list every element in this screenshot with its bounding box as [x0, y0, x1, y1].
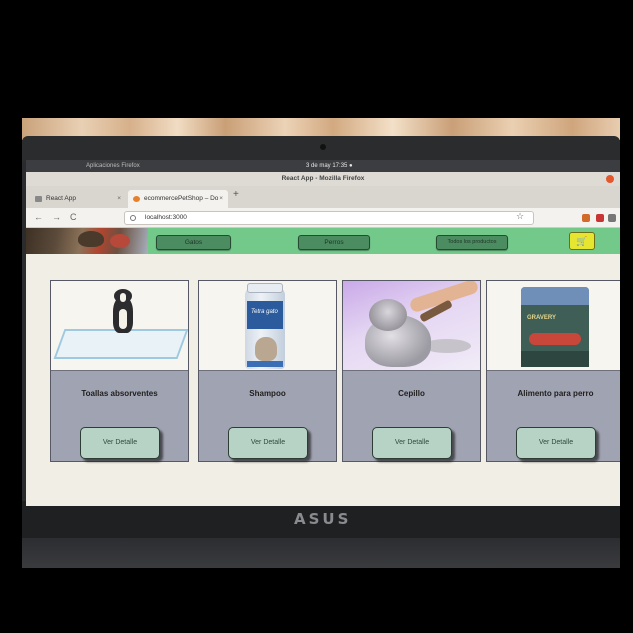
nav-perros-button[interactable]: Perros [298, 235, 370, 250]
url-input[interactable]: localhost:3000 [124, 211, 534, 225]
extension-icon[interactable] [582, 214, 590, 222]
window-title: React App - Mozilla Firefox [26, 172, 620, 186]
navigation-bar: ← → C localhost:3000 ☆ [26, 208, 620, 228]
product-image: GRAVERY [487, 281, 620, 371]
cat-image [110, 234, 130, 248]
laptop-brand-logo: ASUS [294, 510, 352, 528]
url-text: localhost:3000 [145, 214, 187, 221]
bottle-brand: Tetra gato [251, 309, 278, 315]
absorbent-pad-image [53, 329, 188, 359]
product-title: Alimento para perro [517, 389, 594, 398]
back-icon[interactable]: ← [34, 212, 43, 222]
ver-detalle-button[interactable]: Ver Detalle [228, 427, 308, 459]
dog-image [78, 231, 104, 247]
product-image [343, 281, 480, 371]
os-clock[interactable]: 3 de may 17:35 ● [306, 163, 353, 169]
product-title: Toallas absorventes [81, 389, 158, 398]
bookmark-star-icon[interactable]: ☆ [516, 211, 524, 222]
nav-gatos-button[interactable]: Gatos [156, 235, 231, 250]
webcam-icon [320, 144, 326, 150]
new-tab-button[interactable]: + [233, 189, 239, 200]
tab-label: React App [46, 195, 76, 202]
extension-icon[interactable] [596, 214, 604, 222]
ver-detalle-button[interactable]: Ver Detalle [372, 427, 452, 459]
os-activities[interactable]: Aplicaciones Firefox [86, 163, 140, 169]
reload-icon[interactable]: C [70, 212, 77, 222]
product-grid: Toallas absorventes Ver Detalle Tetra ga… [26, 254, 620, 506]
bottle-label [247, 301, 283, 329]
window-close-icon[interactable] [606, 175, 614, 183]
tab-label: ecommercePetShop – Do [144, 195, 219, 202]
tab-react-app[interactable]: React App × [30, 190, 126, 208]
tab-ecommerce-petshop[interactable]: ecommercePetShop – Do × [128, 190, 228, 208]
product-card: Cepillo Ver Detalle [342, 280, 481, 462]
site-header: Gatos Perros Todos los productos 🛒 [26, 228, 620, 254]
product-card: GRAVERY Alimento para perro Ver Detalle [486, 280, 620, 462]
bag-band [521, 351, 589, 367]
os-top-bar: Aplicaciones Firefox 3 de may 17:35 ● [26, 160, 620, 172]
bottle-cat-photo [255, 337, 277, 361]
product-title: Cepillo [398, 389, 425, 398]
ver-detalle-button[interactable]: Ver Detalle [80, 427, 160, 459]
product-title: Shampoo [249, 389, 286, 398]
nav-all-products-button[interactable]: Todos los productos [436, 235, 508, 250]
bag-top [521, 287, 589, 305]
puppy-face [120, 293, 126, 302]
product-image [51, 281, 188, 371]
product-card: Toallas absorventes Ver Detalle [50, 280, 189, 462]
firefox-icon [133, 196, 140, 202]
cart-icon[interactable]: 🛒 [569, 232, 595, 250]
product-image: Tetra gato [199, 281, 336, 371]
ver-detalle-button[interactable]: Ver Detalle [516, 427, 596, 459]
cat-head [369, 299, 407, 331]
browser-screen: Aplicaciones Firefox 3 de may 17:35 ● Re… [26, 160, 620, 506]
header-pets-image [26, 228, 148, 254]
keyboard-edge [22, 538, 620, 568]
bag-food-photo [529, 333, 581, 345]
bag-brand: GRAVERY [527, 315, 557, 321]
tab-close-icon[interactable]: × [219, 190, 223, 208]
page-icon [35, 196, 42, 202]
forward-icon[interactable]: → [52, 212, 61, 222]
tab-strip: React App × ecommercePetShop – Do × [26, 186, 620, 208]
product-card: Tetra gato Shampoo Ver Detalle [198, 280, 337, 462]
puppy-chest [119, 309, 127, 329]
menu-icon[interactable] [608, 214, 616, 222]
page-info-icon[interactable] [130, 215, 136, 221]
bottle-label-band [247, 361, 283, 367]
bottle-cap [247, 283, 283, 293]
tab-close-icon[interactable]: × [117, 190, 121, 208]
